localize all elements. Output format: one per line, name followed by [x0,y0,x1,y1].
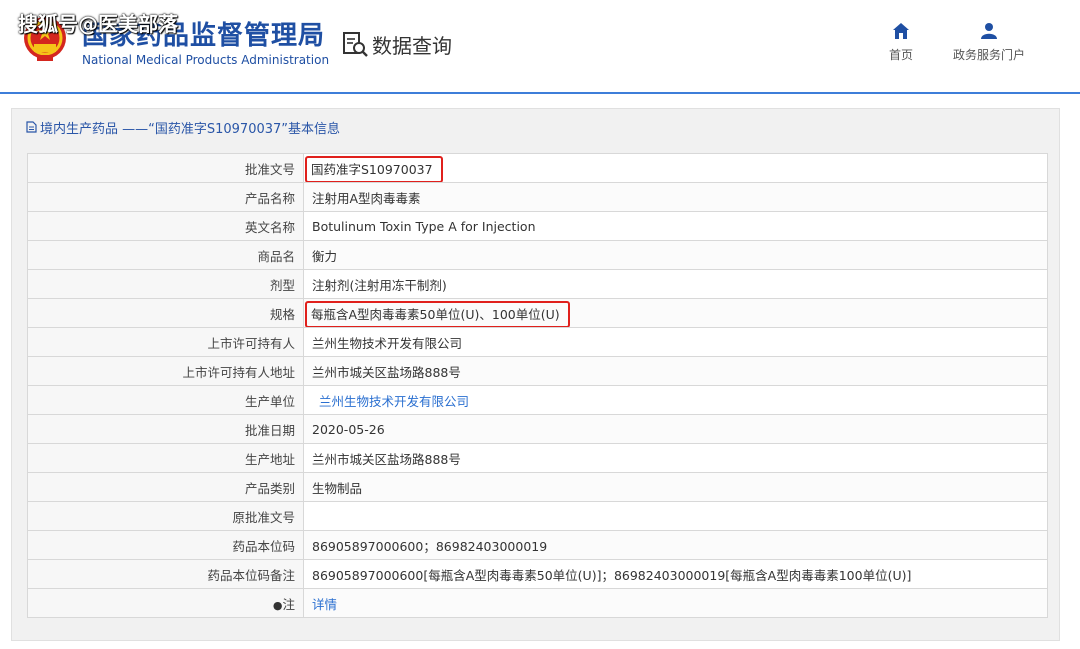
row-value: Botulinum Toxin Type A for Injection [303,211,1048,241]
panel-title-text: 境内生产药品 ——“国药准字S10970037”基本信息 [40,121,341,137]
table-row: ●注 详情 [27,588,1048,618]
row-label: 注 [282,596,295,612]
panel-title: 境内生产药品 ——“国药准字S10970037”基本信息 [26,118,341,137]
drug-info-table: 批准文号 国药准字S10970037 产品名称 注射用A型肉毒毒素 英文名称 B… [27,153,1048,618]
row-label: 上市许可持有人地址 [27,356,304,386]
table-row: 上市许可持有人 兰州生物技术开发有限公司 [27,327,1048,357]
table-row: 剂型 注射剂(注射用冻干制剂) [27,269,1048,299]
nav-service-portal[interactable]: 政务服务门户 [948,22,1030,63]
nav-home-label: 首页 [888,48,913,62]
row-label: 英文名称 [27,211,304,241]
home-icon [893,23,909,39]
table-row: 生产地址 兰州市城关区盐场路888号 [27,443,1048,473]
document-search-icon [343,32,368,57]
details-link[interactable]: 详情 [312,597,337,612]
row-label: 生产地址 [27,443,304,473]
table-row: 上市许可持有人地址 兰州市城关区盐场路888号 [27,356,1048,386]
row-value: 生物制品 [303,472,1048,502]
table-row: 原批准文号 [27,501,1048,531]
manufacturer-link[interactable]: 兰州生物技术开发有限公司 [319,394,469,409]
site-header: 国家药品监督管理局 National Medical Products Admi… [0,0,1080,90]
row-label: 规格 [27,298,304,328]
table-row: 药品本位码 86905897000600；86982403000019 [27,530,1048,560]
watermark: 搜狐号@医美部落 [18,12,178,36]
data-query-link[interactable]: 数据查询 [342,30,452,58]
row-label: 产品名称 [27,182,304,212]
row-value: 2020-05-26 [303,414,1048,444]
table-row: 生产单位 兰州生物技术开发有限公司 [27,385,1048,415]
table-row: 批准日期 2020-05-26 [27,414,1048,444]
table-row: 产品名称 注射用A型肉毒毒素 [27,182,1048,212]
row-label: 剂型 [27,269,304,299]
table-row: 英文名称 Botulinum Toxin Type A for Injectio… [27,211,1048,241]
row-label: 原批准文号 [27,501,304,531]
row-value: 86905897000600[每瓶含A型肉毒毒素50单位(U)]；8698240… [303,559,1048,589]
drug-info-panel: 境内生产药品 ——“国药准字S10970037”基本信息 批准文号 国药准字S1… [11,108,1060,641]
row-label: 商品名 [27,240,304,270]
table-row: 商品名 衡力 [27,240,1048,270]
nav-portal-label: 政务服务门户 [952,48,1025,62]
row-value: 86905897000600；86982403000019 [303,530,1048,560]
row-label: 批准日期 [27,414,304,444]
nav-home[interactable]: 首页 [886,22,916,63]
row-value: 衡力 [303,240,1048,270]
document-icon [26,121,37,133]
table-row: 产品类别 生物制品 [27,472,1048,502]
row-value [303,501,1048,531]
data-query-label: 数据查询 [372,33,452,58]
table-row: 药品本位码备注 86905897000600[每瓶含A型肉毒毒素50单位(U)]… [27,559,1048,589]
table-row: 规格 每瓶含A型肉毒毒素50单位(U)、100单位(U) [27,298,1048,328]
row-label: 药品本位码备注 [27,559,304,589]
row-label: 产品类别 [27,472,304,502]
table-row: 批准文号 国药准字S10970037 [27,153,1048,183]
row-value: 注射剂(注射用冻干制剂) [303,269,1048,299]
row-value: 兰州市城关区盐场路888号 [303,356,1048,386]
org-name-en: National Medical Products Administration [82,53,330,67]
row-value: 注射用A型肉毒毒素 [303,182,1048,212]
approval-number-value: 国药准字S10970037 [305,155,443,182]
row-label: 生产单位 [27,385,304,415]
row-value: 兰州生物技术开发有限公司 [303,327,1048,357]
row-label: 批准文号 [27,153,304,183]
row-label: 上市许可持有人 [27,327,304,357]
user-icon [981,23,997,39]
row-value: 兰州市城关区盐场路888号 [303,443,1048,473]
specification-value: 每瓶含A型肉毒毒素50单位(U)、100单位(U) [305,300,570,327]
header-divider [0,92,1080,94]
row-label: 药品本位码 [27,530,304,560]
